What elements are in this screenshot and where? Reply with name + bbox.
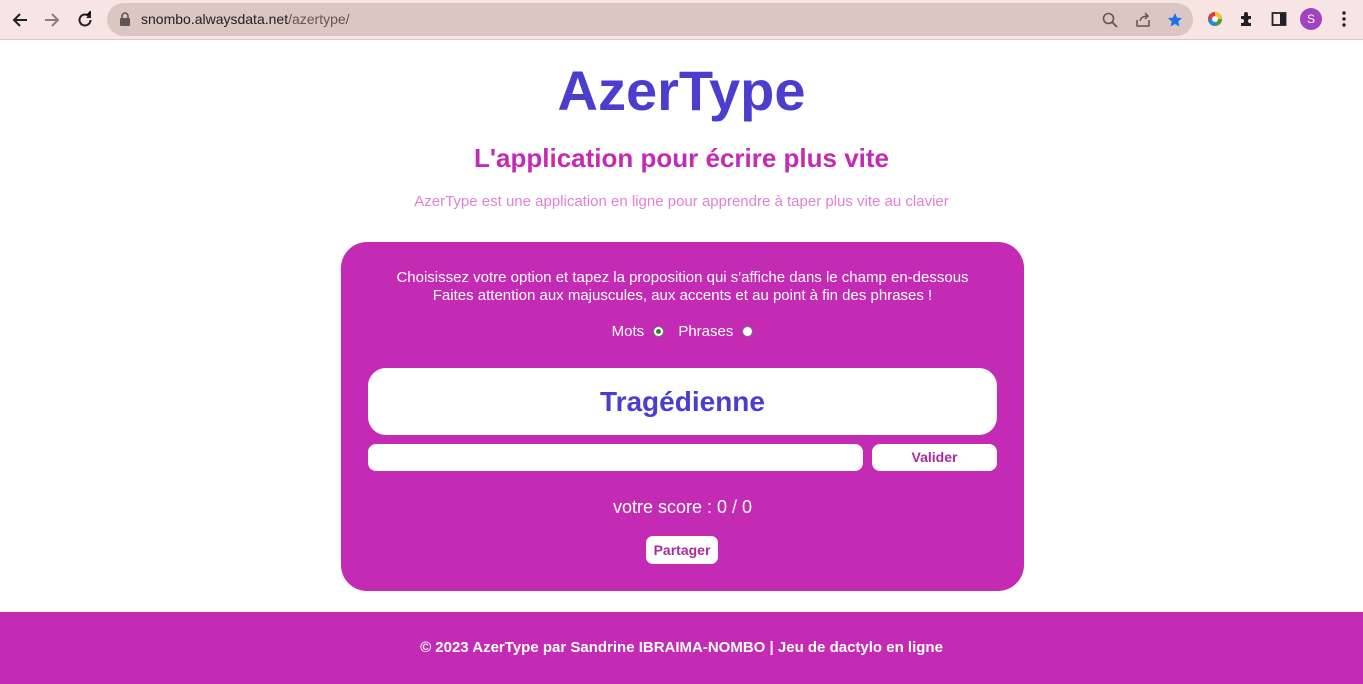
address-bar[interactable]: snombo.alwaysdata.net/azertype/ xyxy=(107,3,1193,36)
proposal-display: Tragédienne xyxy=(368,368,997,435)
validate-button[interactable]: Valider xyxy=(872,444,997,471)
forward-arrow-icon[interactable] xyxy=(40,8,64,32)
radio-phrases[interactable] xyxy=(742,326,754,337)
option-label: Mots xyxy=(611,323,645,340)
page-subtitle: L'application pour écrire plus vite xyxy=(473,143,890,173)
color-picker-extension-icon[interactable] xyxy=(1204,8,1226,30)
game-zone: Choisissez votre option et tapez la prop… xyxy=(341,242,1024,591)
zoom-icon[interactable] xyxy=(1100,10,1120,30)
url-text[interactable]: snombo.alwaysdata.net/azertype/ xyxy=(141,11,350,27)
share-page-icon[interactable] xyxy=(1133,10,1153,30)
page-description: AzerType est une application en ligne po… xyxy=(414,193,949,210)
bookmark-star-icon[interactable] xyxy=(1165,10,1185,30)
lock-icon[interactable] xyxy=(119,12,131,31)
reload-icon[interactable] xyxy=(73,8,97,32)
footer-text: © 2023 AzerType par Sandrine IBRAIMA-NOM… xyxy=(420,639,943,656)
more-menu-icon[interactable] xyxy=(1333,8,1355,30)
page-title: AzerType xyxy=(557,59,806,122)
score-text: votre score : 0 / 0 xyxy=(612,497,753,517)
back-arrow-icon[interactable] xyxy=(8,8,32,32)
profile-avatar[interactable]: S xyxy=(1300,8,1322,30)
radio-mots[interactable] xyxy=(653,326,665,337)
share-button[interactable]: Partager xyxy=(646,536,718,564)
footer: © 2023 AzerType par Sandrine IBRAIMA-NOM… xyxy=(0,612,1363,684)
side-panel-icon[interactable] xyxy=(1268,8,1290,30)
browser-toolbar: snombo.alwaysdata.net/azertype/ S xyxy=(0,0,1363,40)
instruction-line: Faites attention aux majuscules, aux acc… xyxy=(432,287,933,304)
option-mots[interactable]: Mots xyxy=(612,323,665,340)
option-label: Phrases xyxy=(678,323,734,340)
instruction-line: Choisissez votre option et tapez la prop… xyxy=(396,269,969,286)
option-group: Mots Phrases xyxy=(341,323,1024,340)
input-row: Valider xyxy=(368,444,997,471)
typing-input[interactable] xyxy=(368,444,863,471)
extensions-puzzle-icon[interactable] xyxy=(1236,8,1258,30)
option-phrases[interactable]: Phrases xyxy=(678,323,754,340)
instructions: Choisissez votre option et tapez la prop… xyxy=(341,269,1024,305)
